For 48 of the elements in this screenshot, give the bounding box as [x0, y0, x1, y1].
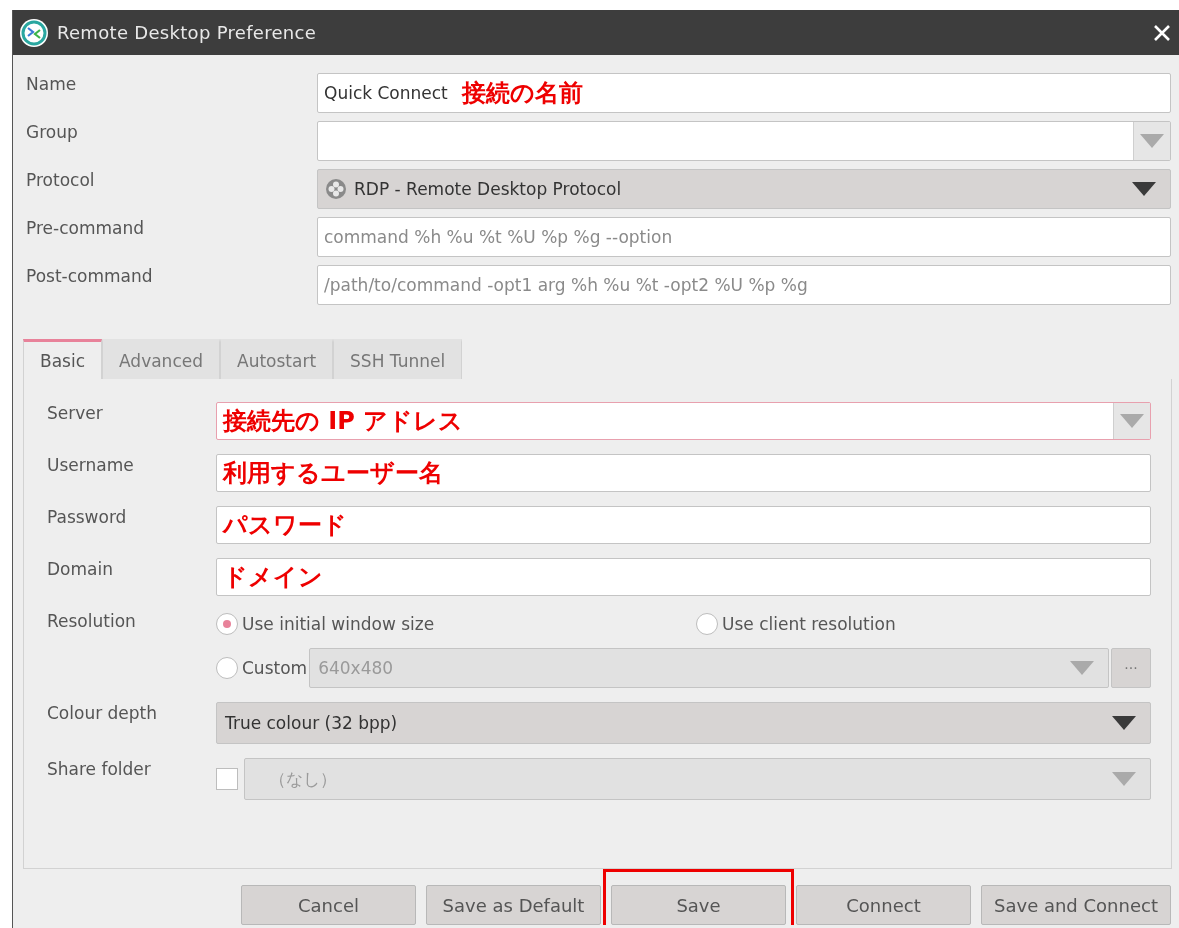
field-label: Protocol — [26, 169, 96, 192]
field-label: Share folder — [47, 758, 152, 781]
radio-icon[interactable] — [216, 657, 238, 679]
username-field[interactable]: 利用するユーザー名 — [216, 454, 1151, 492]
window-title: Remote Desktop Preference — [57, 22, 318, 43]
field-label: Domain — [47, 558, 114, 581]
field-label: Pre-command — [26, 217, 145, 240]
annotation-text: ドメイン — [223, 562, 323, 593]
tab[interactable]: Autostart — [220, 339, 334, 379]
field-label: Post-command — [26, 265, 154, 288]
colour-depth-dropdown[interactable]: True colour (32 bpp) — [216, 702, 1151, 744]
dialog-button[interactable]: Save — [611, 885, 786, 925]
annotation-text: 接続の名前 — [461, 78, 583, 109]
field-label: Server — [47, 402, 104, 425]
annotation-text: パスワード — [223, 510, 347, 541]
group-field[interactable] — [317, 121, 1171, 161]
close-icon[interactable] — [1153, 23, 1171, 42]
more-button[interactable]: ··· — [1111, 648, 1151, 688]
field-label: Resolution — [47, 610, 137, 633]
radio-button[interactable]: Custom — [216, 657, 308, 679]
domain-field[interactable]: ドメイン — [216, 558, 1151, 596]
tab[interactable]: SSH Tunnel — [333, 339, 463, 379]
name-field[interactable]: Quick Connect 接続の名前 — [317, 73, 1171, 113]
dialog-button[interactable]: Save as Default — [426, 885, 601, 925]
radio-button[interactable]: Use client resolution — [696, 613, 896, 635]
field-label: Name — [26, 73, 78, 96]
radio-icon[interactable] — [216, 613, 238, 635]
annotation-text: 接続先の IP アドレス — [223, 406, 464, 437]
dropdown-arrow-icon[interactable] — [1132, 182, 1156, 196]
dialog-button[interactable]: Save and Connect — [981, 885, 1171, 925]
field-label: Colour depth — [47, 702, 159, 725]
dialog-button[interactable]: Connect — [796, 885, 971, 925]
app-icon — [19, 17, 49, 48]
tab[interactable]: Advanced — [102, 339, 220, 379]
field-label: Password — [47, 506, 128, 529]
pre-command-field[interactable]: command %h %u %t %U %p %g --option — [317, 217, 1171, 257]
radio-button[interactable]: Use initial window size — [216, 613, 696, 635]
annotation-text: 利用するユーザー名 — [223, 458, 443, 489]
dropdown-arrow-icon[interactable] — [1112, 716, 1136, 730]
field-label: Username — [47, 454, 135, 477]
tab[interactable]: Basic — [23, 339, 102, 379]
dialog-button[interactable]: Cancel — [241, 885, 416, 925]
protocol-field[interactable]: RDP - Remote Desktop Protocol — [317, 169, 1171, 209]
radio-icon[interactable] — [696, 613, 718, 635]
post-command-field[interactable]: /path/to/command -opt1 arg %h %u %t -opt2 %U %p %g — [317, 265, 1171, 305]
password-field[interactable]: パスワード — [216, 506, 1151, 544]
server-field[interactable]: 接続先の IP アドレス — [216, 402, 1151, 440]
field-label: Group — [26, 121, 79, 144]
